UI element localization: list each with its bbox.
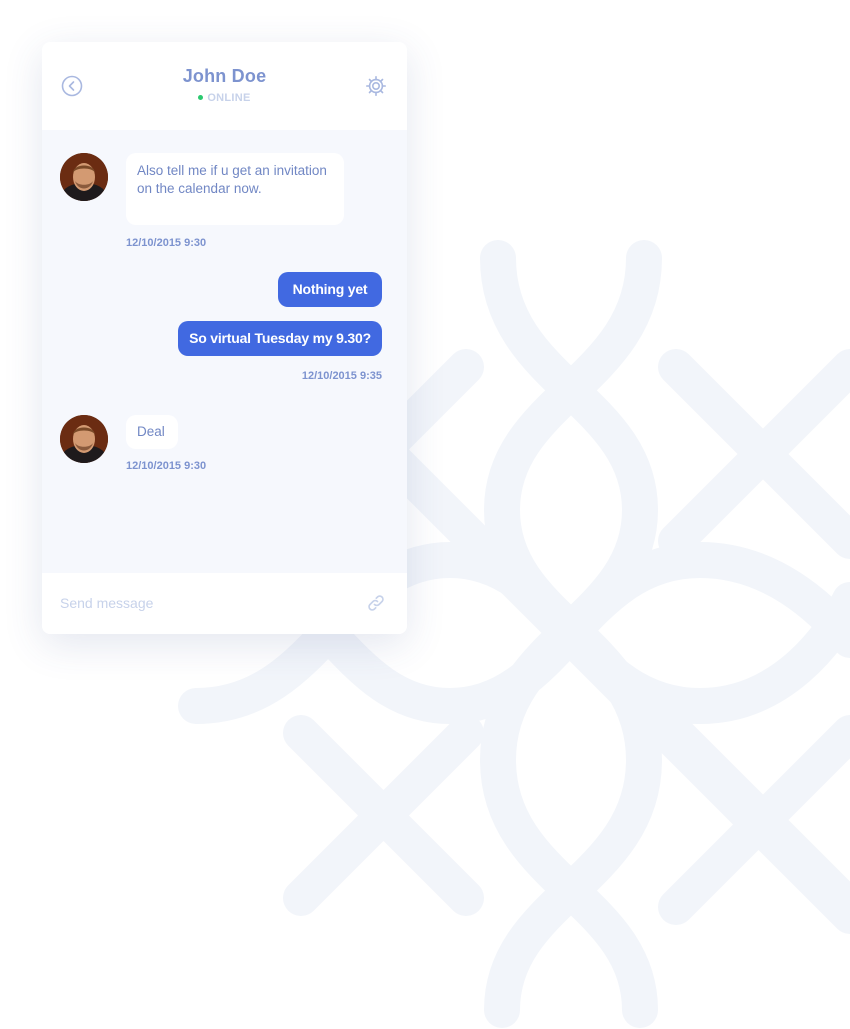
- message-timestamp: 12/10/2015 9:30: [126, 460, 207, 472]
- status-label: ONLINE: [207, 91, 251, 104]
- contact-name: John Doe: [182, 66, 267, 86]
- contact-avatar-image: [60, 415, 108, 463]
- incoming-message-bubble: Also tell me if u get an invitation on t…: [126, 153, 344, 225]
- message-input[interactable]: [60, 590, 340, 616]
- chat-window: John Doe ONLINE Also tell me if u get an…: [42, 42, 407, 634]
- chat-header: John Doe ONLINE: [42, 42, 407, 130]
- presence-status: ONLINE: [198, 92, 250, 104]
- link-icon: [368, 595, 384, 611]
- message-timestamp: 12/10/2015 9:30: [126, 237, 207, 249]
- contact-info: John Doe ONLINE: [42, 66, 407, 105]
- avatar[interactable]: [60, 153, 108, 201]
- message-text: Also tell me if u get an invitation on t…: [137, 163, 327, 196]
- message-composer: [42, 573, 407, 634]
- contact-avatar-image: [60, 153, 108, 201]
- avatar[interactable]: [60, 415, 108, 463]
- gear-icon: [365, 75, 387, 97]
- message-text: So virtual Tuesday my 9.30?: [189, 330, 371, 346]
- settings-button[interactable]: [365, 75, 387, 97]
- outgoing-message-bubble: So virtual Tuesday my 9.30?: [178, 321, 382, 356]
- message-text: Nothing yet: [292, 281, 368, 297]
- message-timestamp: 12/10/2015 9:35: [301, 370, 382, 382]
- incoming-message-bubble: Deal: [126, 415, 178, 449]
- outgoing-message-bubble: Nothing yet: [278, 272, 382, 307]
- attach-button[interactable]: [365, 592, 387, 614]
- message-text: Deal: [137, 424, 165, 439]
- online-dot-icon: [198, 95, 204, 100]
